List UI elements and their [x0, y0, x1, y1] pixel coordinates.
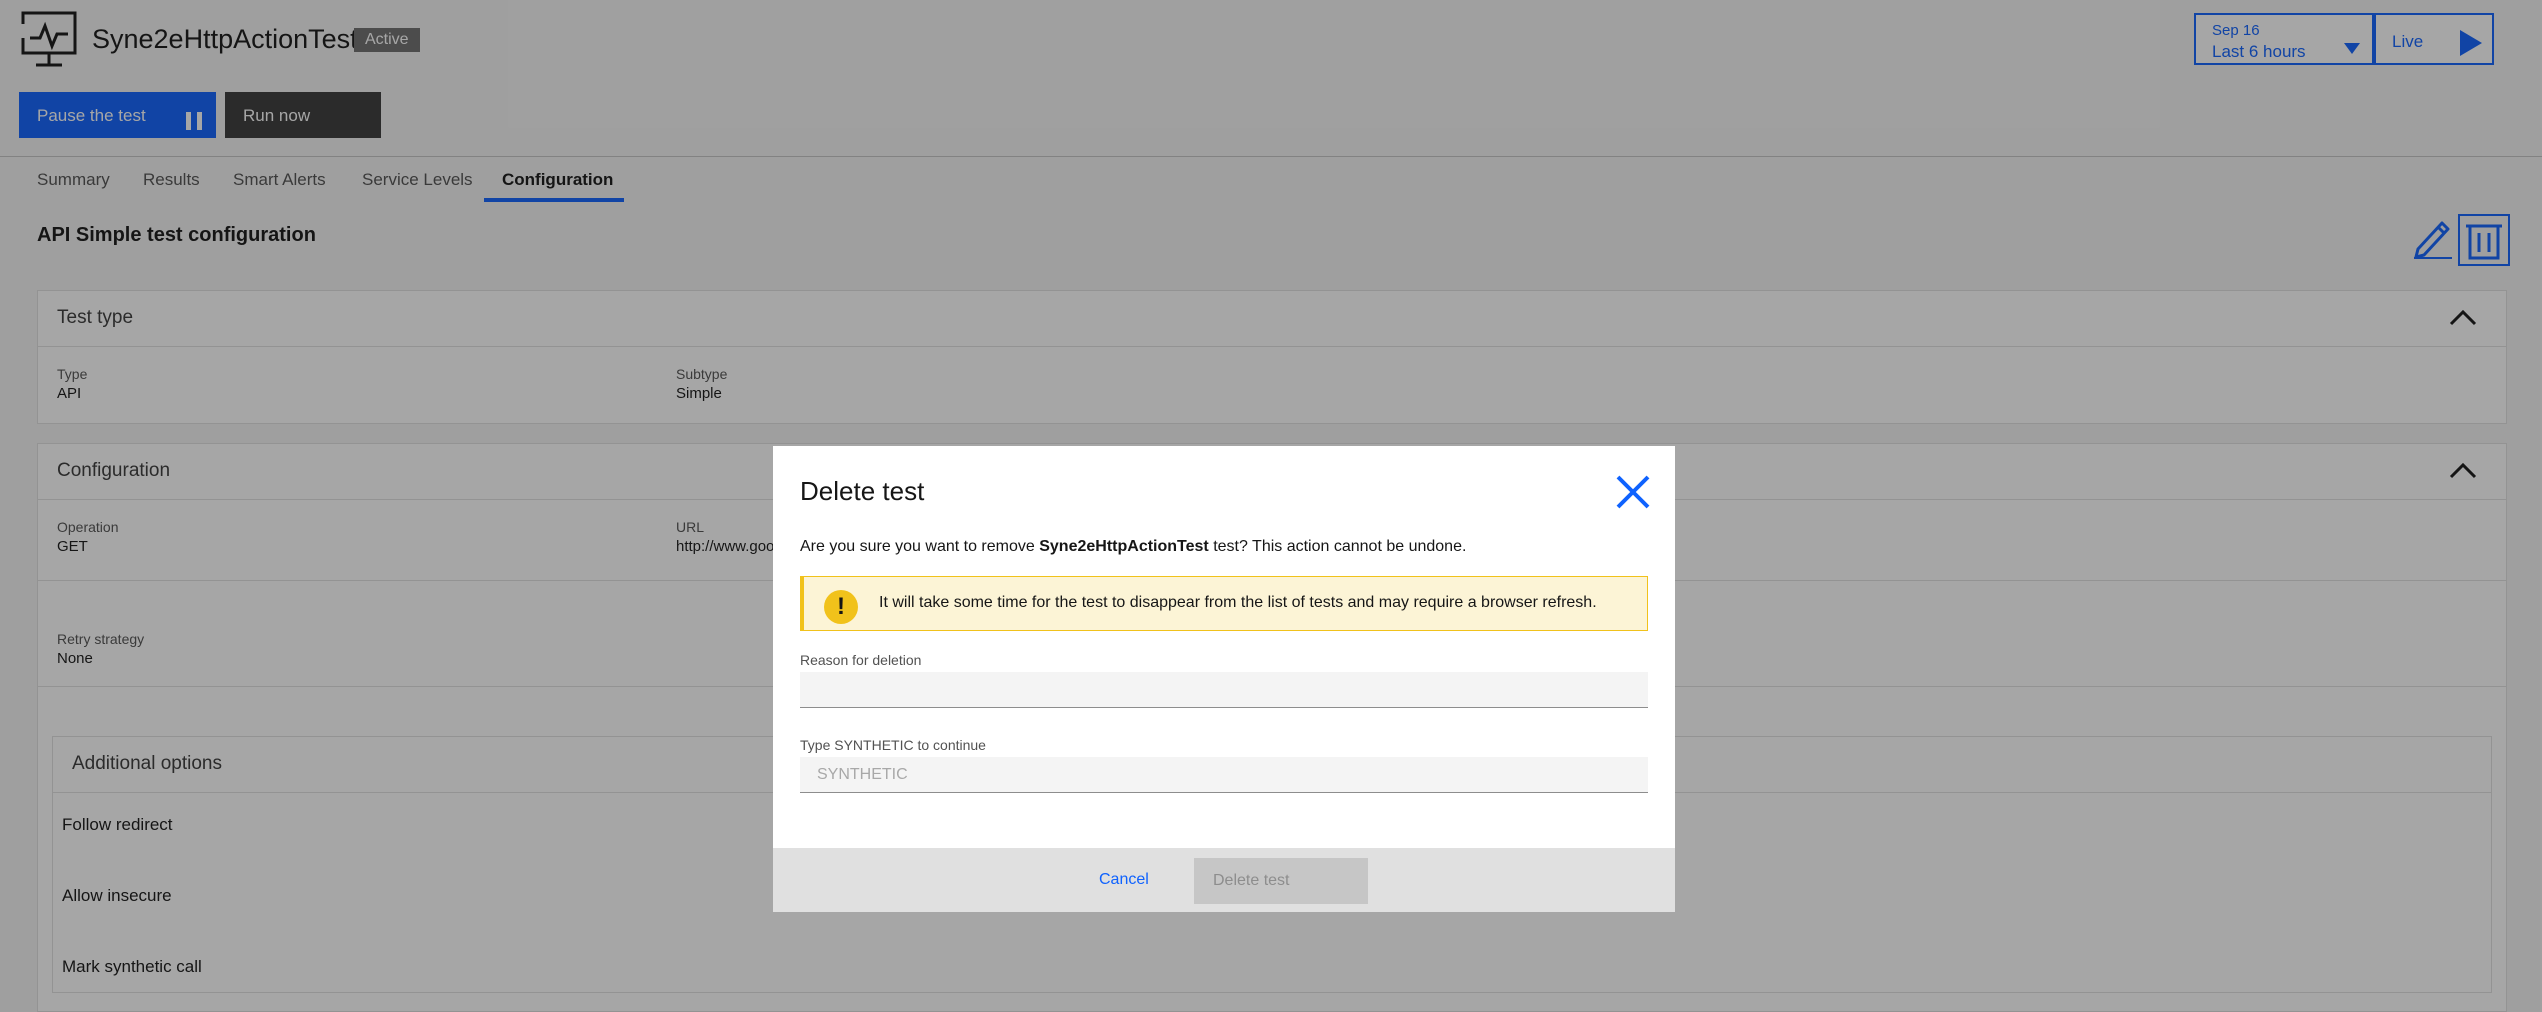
- message-prefix: Are you sure you want to remove: [800, 538, 1040, 555]
- confirm-label: Type SYNTHETIC to continue: [800, 737, 986, 753]
- delete-label: Delete test: [1213, 872, 1290, 889]
- warning-icon: !: [824, 590, 858, 624]
- cancel-button[interactable]: Cancel: [1099, 871, 1149, 889]
- reason-input[interactable]: [800, 672, 1648, 708]
- modal-title: Delete test: [800, 476, 925, 506]
- reason-label: Reason for deletion: [800, 652, 922, 668]
- close-icon[interactable]: [1613, 472, 1653, 512]
- message-test-name: Syne2eHttpActionTest: [1039, 538, 1209, 555]
- confirm-delete-button[interactable]: Delete test: [1194, 858, 1368, 904]
- warning-notification: ! It will take some time for the test to…: [800, 576, 1648, 631]
- message-suffix: test? This action cannot be undone.: [1208, 538, 1467, 555]
- warning-text: It will take some time for the test to d…: [879, 594, 1597, 611]
- modal-message: Are you sure you want to remove Syne2eHt…: [800, 538, 1466, 556]
- confirm-input[interactable]: [800, 757, 1648, 793]
- delete-test-modal: Delete test Are you sure you want to rem…: [773, 446, 1675, 912]
- modal-footer: Cancel Delete test: [773, 848, 1675, 912]
